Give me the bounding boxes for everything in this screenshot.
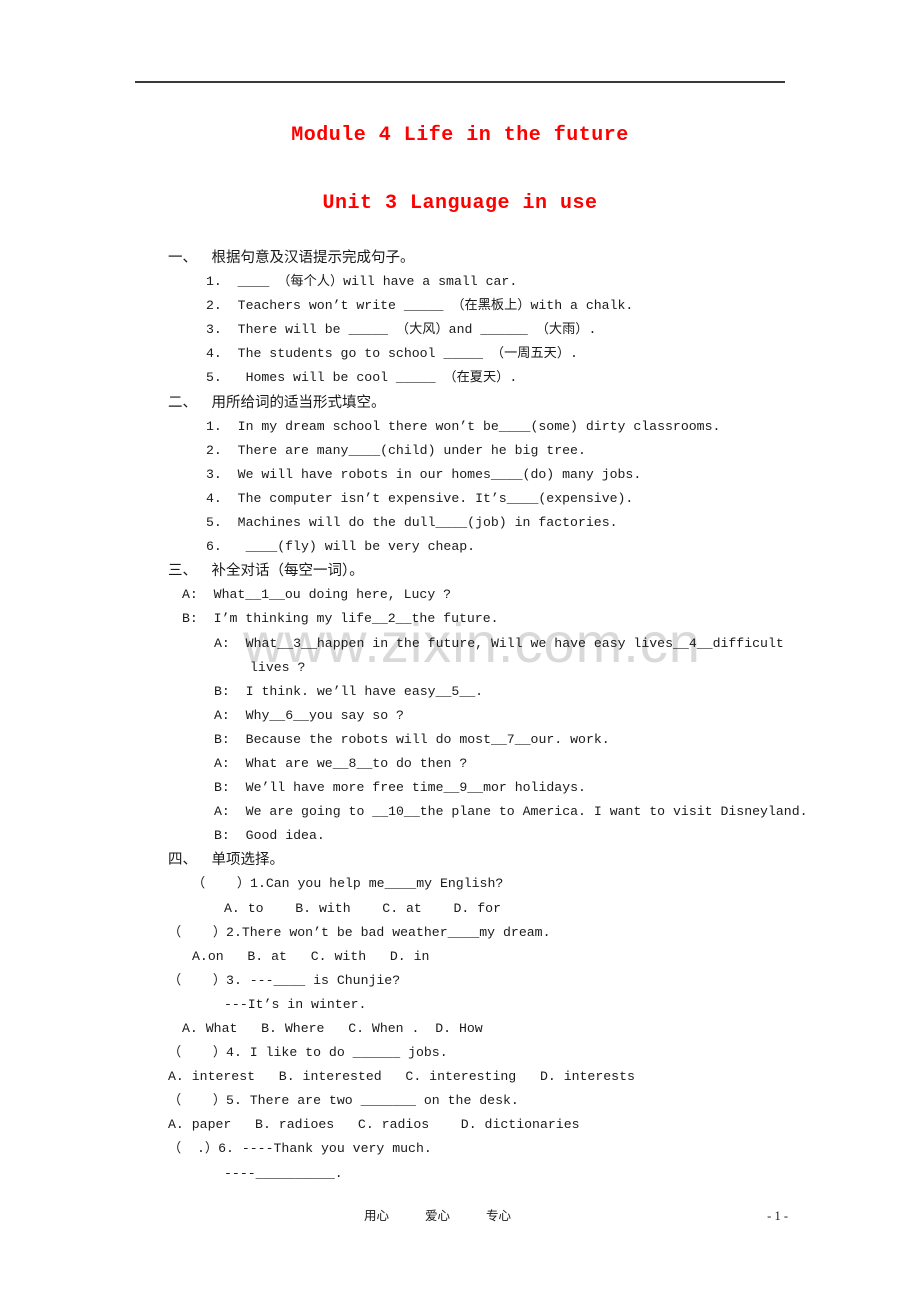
footer-word: 用心: [364, 1208, 390, 1223]
choice-question: （ ）5. There are two _______ on the desk.: [168, 1093, 519, 1109]
choice-question-continuation: ----__________.: [224, 1165, 343, 1181]
exercise-item: 5. Machines will do the dull____(job) in…: [206, 515, 618, 531]
dialogue-line: A: What__1__ou doing here, Lucy ?: [182, 587, 452, 603]
footer-words: 用心 爱心 专心: [364, 1205, 511, 1224]
exercise-item: 5. Homes will be cool _____ （在夏天）.: [206, 370, 518, 386]
dialogue-line: A: Why__6__you say so ?: [214, 707, 404, 723]
dialogue-line: A: We are going to __10__the plane to Am…: [214, 804, 808, 820]
exercise-item: 1. In my dream school there won’t be____…: [206, 418, 721, 434]
exercise-item: 3. We will have robots in our homes____(…: [206, 466, 642, 482]
choice-options: A. interest B. interested C. interesting…: [168, 1069, 635, 1085]
page-footer: 用心 爱心 专心 - 1 -: [168, 1205, 788, 1224]
section-heading-one: 一、 根据句意及汉语提示完成句子。: [168, 250, 415, 266]
page-title-unit: Unit 3 Language in use: [322, 192, 598, 215]
choice-question: （ ）2.There won’t be bad weather____my dr…: [168, 924, 551, 940]
page-title-module: Module 4 Life in the future: [291, 124, 629, 147]
dialogue-line: B: I think. we’ll have easy__5__.: [214, 683, 484, 699]
footer-word: 专心: [486, 1208, 512, 1223]
choice-question: （ ）4. I like to do ______ jobs.: [168, 1045, 448, 1061]
dialogue-line-continuation: lives ?: [250, 659, 306, 675]
section-heading-four: 四、 单项选择。: [168, 852, 284, 869]
footer-word: 爱心: [425, 1208, 451, 1223]
document-page: Module 4 Life in the future Unit 3 Langu…: [0, 0, 920, 1302]
choice-question: （ ）1.Can you help me____my English?: [192, 876, 504, 892]
choice-options: A. paper B. radioes C. radios D. diction…: [168, 1117, 580, 1133]
header-rule: [135, 81, 785, 83]
exercise-content: 一、 根据句意及汉语提示完成句子。 1. ____ （每个人）will have…: [168, 246, 868, 1186]
exercise-item: 3. There will be _____ （大风）and ______ （大…: [206, 322, 597, 338]
section-heading-three: 三、 补全对话（每空一词）。: [168, 563, 364, 580]
exercise-item: 2. There are many____(child) under he bi…: [206, 442, 586, 458]
choice-options: A. to B. with C. at D. for: [224, 900, 501, 916]
exercise-item: 2. Teachers won’t write _____ （在黑板上）with…: [206, 298, 634, 314]
choice-question: （ .）6. ----Thank you very much.: [168, 1141, 432, 1157]
choice-options: A.on B. at C. with D. in: [192, 948, 430, 964]
exercise-item: 1. ____ （每个人）will have a small car.: [206, 274, 518, 290]
page-number: - 1 -: [767, 1209, 788, 1223]
dialogue-line: B: We’ll have more free time__9__mor hol…: [214, 780, 586, 796]
choice-options: A. What B. Where C. When . D. How: [182, 1021, 483, 1036]
choice-question-continuation: ---It’s in winter.: [224, 996, 367, 1012]
exercise-item: 4. The students go to school _____ （一周五天…: [206, 346, 578, 362]
choice-question: （ ）3. ---____ is Chunjie?: [168, 972, 401, 988]
exercise-item: 4. The computer isn’t expensive. It’s___…: [206, 490, 634, 506]
dialogue-line: B: Good idea.: [214, 828, 325, 844]
dialogue-line: B: I’m thinking my life__2__the future.: [182, 611, 499, 627]
dialogue-line: A: What are we__8__to do then ?: [214, 755, 468, 771]
section-heading-two: 二、 用所给词的适当形式填空。: [168, 394, 386, 411]
dialogue-line: B: Because the robots will do most__7__o…: [214, 731, 610, 747]
exercise-item: 6. ____(fly) will be very cheap.: [206, 539, 476, 555]
dialogue-line: A: What__3__happen in the future, Will w…: [214, 635, 784, 651]
